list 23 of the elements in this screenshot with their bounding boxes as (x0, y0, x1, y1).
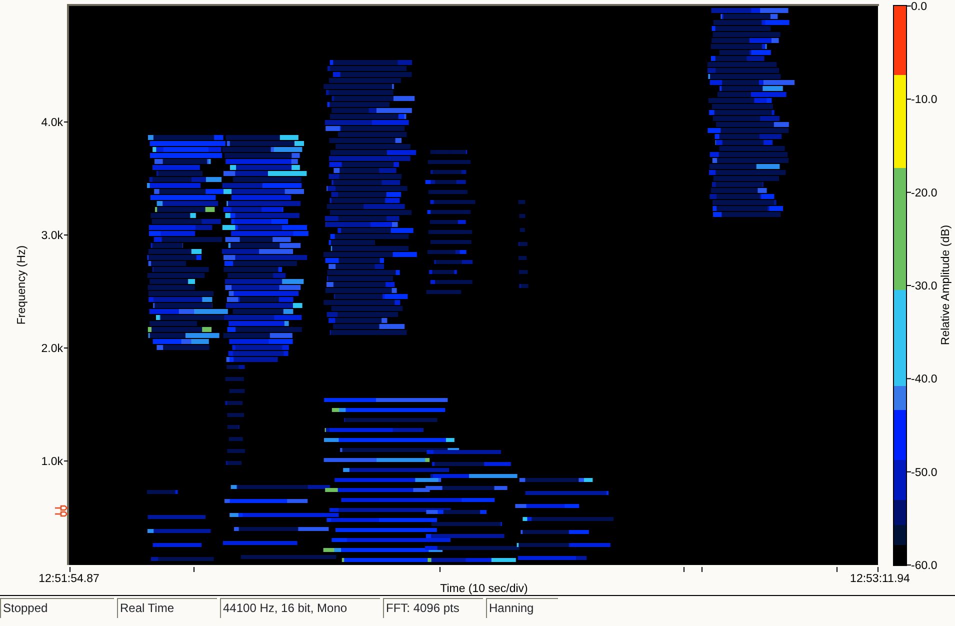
scale-tick-label: -50.0 (911, 466, 938, 479)
scale-tick-label: -20.0 (911, 187, 938, 200)
status-field: Stopped (0, 598, 114, 618)
marker-arrow-icon[interactable] (54, 511, 68, 517)
axis-label: Frequency (Hz) (16, 245, 28, 325)
axis-label: Time (10 sec/div) (440, 583, 528, 595)
marker-arrow-icon[interactable] (54, 505, 68, 511)
axis-tick-label: 1.0k (41, 456, 63, 468)
end-time-label: 12:53:11.94 (850, 573, 910, 585)
status-field: Hanning (486, 598, 558, 618)
axis-label: Relative Amplitude (dB) (940, 224, 952, 346)
status-field: FFT: 4096 pts (383, 598, 483, 618)
start-time-label: 12:51:54.87 (38, 573, 100, 585)
scale-tick-label: -60.0 (911, 560, 938, 572)
scale-tick-label: -30.0 (911, 280, 938, 292)
status-field: Real Time (117, 598, 217, 618)
scale-tick-label: -10.0 (911, 94, 938, 106)
axis-tick-label: 3.0k (41, 230, 63, 242)
scale-tick-label: -40.0 (911, 374, 938, 386)
status-field: 44100 Hz, 16 bit, Mono (220, 598, 380, 618)
axis-tick-label: 4.0k (41, 117, 63, 129)
axis-tick-label: 2.0k (41, 343, 63, 355)
scale-tick-label: 0.0 (911, 1, 927, 13)
